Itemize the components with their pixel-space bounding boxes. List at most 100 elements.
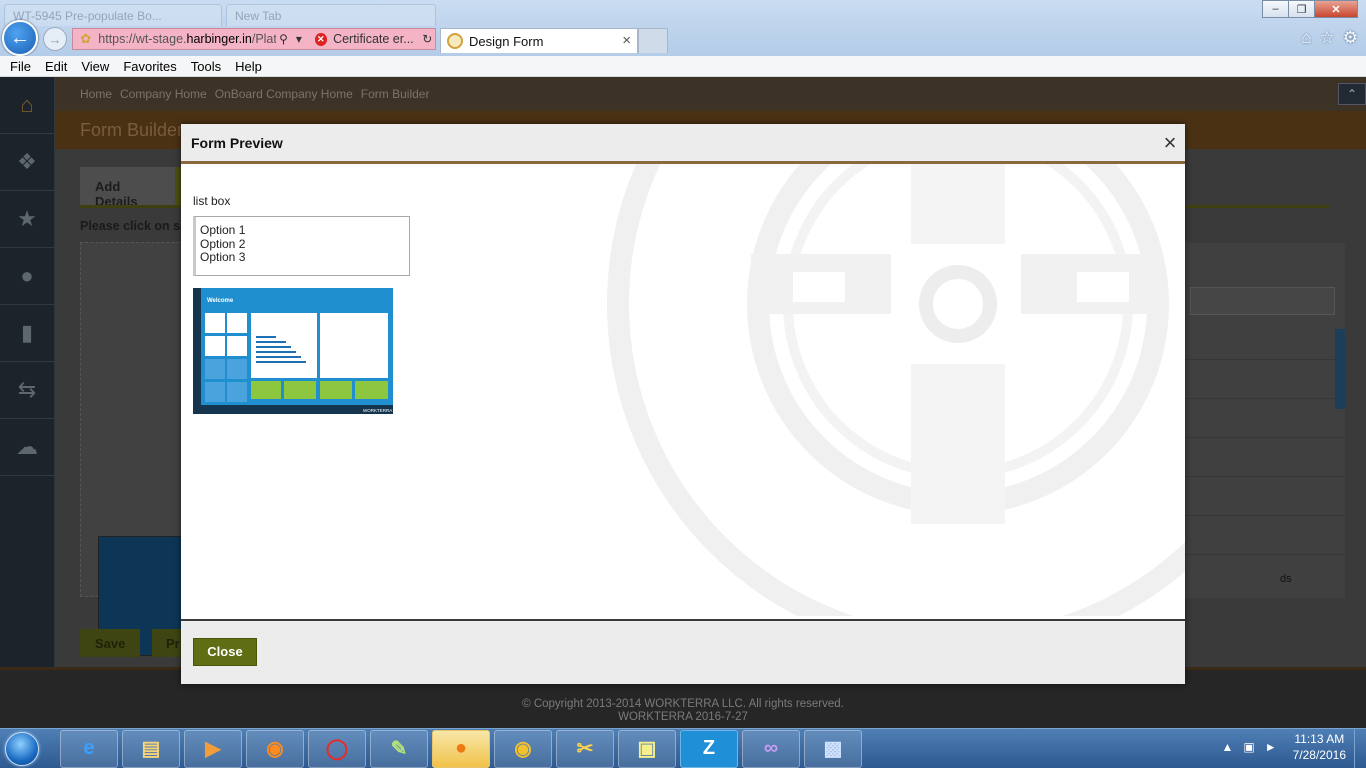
forward-button[interactable]: → [43,27,67,51]
chrome-icon[interactable]: ◉ [494,729,552,768]
close-button[interactable]: Close [193,638,257,666]
certificate-error-label[interactable]: Certificate er... [333,32,414,46]
network-icon[interactable]: ▣ [1243,740,1254,754]
breadcrumb-form-builder: Form Builder [360,87,430,101]
search-icon[interactable]: ⚲ [276,32,291,46]
properties-panel: ds [1180,243,1345,598]
new-tab-button[interactable] [638,28,668,53]
properties-text: ds [1280,573,1292,585]
window-controls: – ❐ ✕ [1262,0,1358,18]
site-favicon-icon: ✿ [80,31,92,46]
user-icon[interactable]: ● [0,248,54,305]
notepad-plus-icon[interactable]: ✎ [370,729,428,768]
certificate-error-icon[interactable]: ✕ [314,32,328,46]
browser-titlebar: WT-5945 Pre-populate Bo... New Tab – ❐ ✕… [0,0,1366,56]
browser-toolbar-icons: ⌂ ☆ ⚙ [1301,28,1358,48]
arrow-right-icon: → [48,31,62,47]
menu-file[interactable]: File [3,59,38,74]
tab-add-details[interactable]: Add Details [80,167,175,209]
modal-close-icon[interactable]: × [1157,130,1183,156]
modal-body: list box Option 1 Option 2 Option 3 Welc… [181,164,1185,616]
start-button[interactable] [0,729,44,768]
windows-taskbar: e ▤ ▶ ◉ ◯ ✎ ● ◉ ✂ ▣ Z ∞ ▩ ▲ ▣ ► 11:13 AM… [0,728,1366,768]
breadcrumb: Home Company Home OnBoard Company Home F… [55,77,1366,111]
settings-gear-icon[interactable]: ⚙ [1343,28,1358,48]
clock-time: 11:13 AM [1294,732,1345,746]
clock-date: 7/28/2016 [1292,748,1346,762]
background-tab-2[interactable]: New Tab [226,4,436,26]
list-box[interactable]: Option 1 Option 2 Option 3 [193,216,410,276]
collapse-button[interactable]: ⌃ [1338,83,1366,105]
dashboard-screenshot-icon: Welcome WORKTERRA [193,288,393,414]
watermark-logo-icon [607,164,1185,616]
tab-design-form[interactable]: Design Form × [440,28,638,53]
zoomit-icon[interactable]: Z [680,729,738,768]
version-text: WORKTERRA 2016-7-27 [618,711,748,723]
preview-image: Welcome WORKTERRA [193,288,393,414]
show-desktop-button[interactable] [1354,729,1366,768]
preview-brand-text: WORKTERRA [363,408,392,413]
media-player-icon[interactable]: ▶ [184,729,242,768]
transfer-icon[interactable]: ⇆ [0,362,54,419]
tab-title: Design Form [469,33,544,49]
listbox-option[interactable]: Option 3 [200,250,405,265]
show-hidden-icons-icon[interactable]: ▲ [1221,740,1233,754]
window-close-button[interactable]: ✕ [1314,0,1358,18]
file-explorer-icon[interactable]: ▤ [122,729,180,768]
remote-desktop-icon[interactable]: ▩ [804,729,862,768]
dropdown-arrow-icon[interactable]: ▾ [291,32,306,46]
minimize-button[interactable]: – [1262,0,1289,18]
chat-icon[interactable]: ☁ [0,419,54,476]
menu-favorites[interactable]: Favorites [116,59,183,74]
clock[interactable]: 11:13 AM 7/28/2016 [1293,731,1346,763]
properties-scrollbar[interactable] [1335,329,1345,409]
volume-muted-icon[interactable]: ► [1265,740,1277,754]
listbox-label: list box [193,194,231,208]
copyright-text: © Copyright 2013-2014 WORKTERRA LLC. All… [522,698,844,710]
properties-input[interactable] [1190,287,1335,315]
save-button[interactable]: Save [80,629,140,657]
breadcrumb-onboard-company-home[interactable]: OnBoard Company Home [215,87,353,101]
opera-icon[interactable]: ◯ [308,729,366,768]
maximize-button[interactable]: ❐ [1288,0,1315,18]
home-icon[interactable]: ⌂ [0,77,54,134]
sticky-notes-icon[interactable]: ▣ [618,729,676,768]
modal-title: Form Preview [191,134,283,151]
listbox-option[interactable]: Option 1 [200,223,405,238]
modal-footer: Close [181,619,1185,684]
app-sidebar: ⌂ ❖ ★ ● ▮ ⇆ ☁ [0,77,55,667]
home-icon[interactable]: ⌂ [1301,28,1311,48]
favorites-star-icon[interactable]: ☆ [1320,28,1335,48]
snipping-tool-icon[interactable]: ✂ [556,729,614,768]
firefox-icon[interactable]: ◉ [246,729,304,768]
refresh-icon[interactable]: ↻ [420,32,435,46]
breadcrumb-home[interactable]: Home [80,87,112,101]
form-canvas [80,242,190,656]
form-preview-modal: Form Preview × list box Option 1 Option … [181,124,1185,684]
user-star-icon[interactable]: ★ [0,191,54,248]
tab-favicon-icon [447,33,463,49]
menu-help[interactable]: Help [228,59,269,74]
windows-logo-icon [5,731,39,766]
chevron-up-icon: ⌃ [1346,87,1358,101]
tab-close-icon[interactable]: × [622,32,631,49]
background-tab-1[interactable]: WT-5945 Pre-populate Bo... [4,4,222,26]
menu-view[interactable]: View [74,59,116,74]
internet-explorer-icon[interactable]: e [60,729,118,768]
address-url[interactable]: https://wt-stage.harbinger.in/Platf [98,32,276,46]
visual-studio-icon[interactable]: ∞ [742,729,800,768]
back-button[interactable]: ← [2,20,38,56]
preview-welcome-text: Welcome [207,298,234,304]
menu-tools[interactable]: Tools [184,59,228,74]
bar-chart-icon[interactable]: ▮ [0,305,54,362]
puzzle-icon[interactable]: ❖ [0,134,54,191]
flame-app-icon[interactable]: ● [432,729,490,768]
modal-header: Form Preview × [181,124,1185,164]
arrow-left-icon: ← [10,26,30,49]
menu-edit[interactable]: Edit [38,59,74,74]
listbox-option[interactable]: Option 2 [200,237,405,252]
menu-bar: File Edit View Favorites Tools Help [0,56,1366,77]
system-tray: ▲ ▣ ► 11:13 AM 7/28/2016 [1221,731,1346,763]
breadcrumb-company-home[interactable]: Company Home [120,87,207,101]
address-bar[interactable]: ✿ https://wt-stage.harbinger.in/Platf ⚲ … [72,28,436,50]
